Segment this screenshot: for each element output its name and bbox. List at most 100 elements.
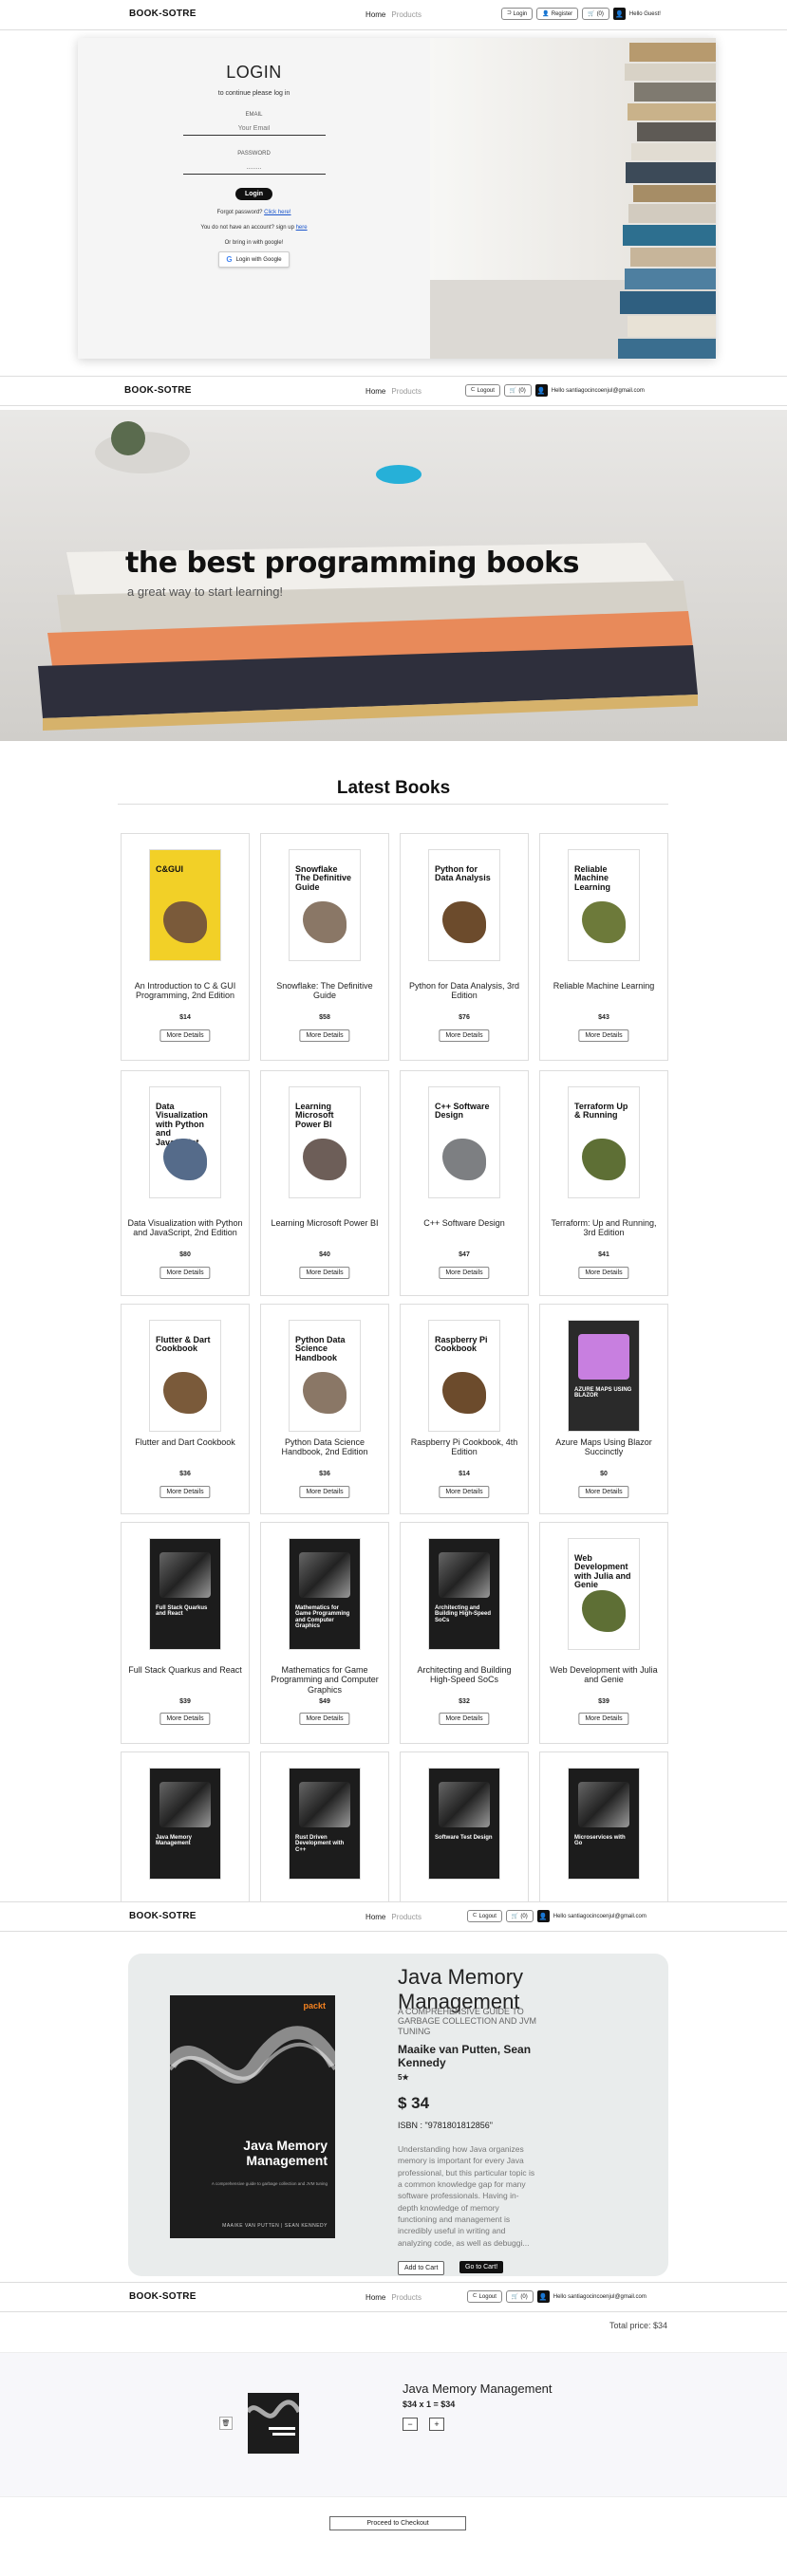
more-details-button[interactable]: More Details — [159, 1486, 211, 1498]
nav-products-link[interactable]: Products — [391, 1913, 422, 1921]
avatar[interactable]: 👤 — [536, 2290, 550, 2303]
google-login-button[interactable]: G Login with Google — [218, 251, 290, 268]
book-title[interactable]: Mathematics for Game Programming and Com… — [267, 1665, 383, 1695]
book-title[interactable]: An Introduction to C & GUI Programming, … — [127, 981, 243, 1001]
forgot-password-link[interactable]: Click here! — [264, 210, 290, 215]
nav-home-link[interactable]: Home — [365, 2293, 385, 2302]
book-cover-art — [578, 1782, 629, 1827]
brand-logo[interactable]: BOOK-SOTRE — [129, 1911, 197, 1921]
book-cover[interactable]: Mathematics for Game Programming and Com… — [289, 1538, 361, 1650]
trash-icon[interactable]: 🗑 — [219, 2417, 233, 2430]
book-title[interactable]: C++ Software Design — [406, 1218, 522, 1228]
book-title[interactable]: Azure Maps Using Blazor Succinctly — [546, 1437, 662, 1457]
book-title[interactable]: Raspberry Pi Cookbook, 4th Edition — [406, 1437, 522, 1457]
book-cover[interactable]: Microservices with Go — [568, 1768, 640, 1880]
more-details-button[interactable]: More Details — [578, 1267, 629, 1279]
book-cover[interactable]: Flutter & Dart Cookbook — [149, 1320, 221, 1432]
book-cover[interactable]: Terraform Up & Running — [568, 1086, 640, 1198]
more-details-button[interactable]: More Details — [439, 1267, 490, 1279]
avatar[interactable]: 👤 — [534, 384, 548, 397]
password-field[interactable]: ........ — [182, 164, 326, 175]
book-cover[interactable]: Reliable Machine Learning — [568, 849, 640, 961]
logout-nav-button[interactable]: ⮈ Logout — [467, 2290, 502, 2303]
book-cover[interactable]: Software Test Design — [428, 1768, 500, 1880]
book-cover[interactable]: AZURE MAPS USING BLAZOR — [568, 1320, 640, 1432]
book-title[interactable]: Reliable Machine Learning — [546, 981, 662, 991]
cart-nav-button[interactable]: 🛒 (0) — [505, 1910, 534, 1922]
book-cover[interactable]: Snowflake The Definitive Guide — [289, 849, 361, 961]
book-cover[interactable]: Web Development with Julia and Genie — [568, 1538, 640, 1650]
nav-products-link[interactable]: Products — [391, 10, 422, 19]
cart-nav-button[interactable]: 🛒 (0) — [505, 2290, 534, 2303]
cart-nav-button[interactable]: 🛒 (0) — [503, 384, 532, 397]
book-cover[interactable]: Python for Data Analysis — [428, 849, 500, 961]
go-to-cart-button[interactable]: Go to Cart! — [459, 2261, 504, 2273]
more-details-button[interactable]: More Details — [299, 1713, 350, 1725]
nav-home-link[interactable]: Home — [365, 387, 385, 396]
book-title[interactable]: Python Data Science Handbook, 2nd Editio… — [267, 1437, 383, 1457]
book-title[interactable]: Web Development with Julia and Genie — [546, 1665, 662, 1685]
add-to-cart-button[interactable]: Add to Cart — [398, 2261, 445, 2275]
more-details-button[interactable]: More Details — [439, 1486, 490, 1498]
book-title[interactable]: Data Visualization with Python and JavaS… — [127, 1218, 243, 1238]
book-cover[interactable]: Full Stack Quarkus and React — [149, 1538, 221, 1650]
book-title[interactable]: Learning Microsoft Power BI — [267, 1218, 383, 1228]
latest-books-heading: Latest Books — [336, 778, 451, 798]
book-cover[interactable]: Raspberry Pi Cookbook — [428, 1320, 500, 1432]
book-cover[interactable]: Architecting and Building High-Speed SoC… — [428, 1538, 500, 1650]
proceed-to-checkout-button[interactable]: Proceed to Checkout — [329, 2516, 466, 2530]
navbar-guest: BOOK-SOTRE Home Products ⮊ Login 👤 Registe… — [0, 0, 787, 30]
login-nav-button[interactable]: ⮊ Login — [501, 8, 534, 20]
book-cover[interactable]: Learning Microsoft Power BI — [289, 1086, 361, 1198]
more-details-button[interactable]: More Details — [578, 1029, 629, 1042]
book-title[interactable]: Architecting and Building High-Speed SoC… — [406, 1665, 522, 1685]
signup-link[interactable]: here — [296, 225, 308, 231]
nav-products-link[interactable]: Products — [391, 387, 422, 396]
book-cover-title: Raspberry Pi Cookbook — [435, 1335, 488, 1354]
book-card: Flutter & Dart Cookbook Flutter and Dart … — [121, 1304, 250, 1514]
decrease-quantity-button[interactable]: − — [403, 2418, 418, 2431]
register-nav-button[interactable]: 👤 Register — [536, 8, 579, 20]
book-isbn: ISBN : "9781801812856" — [398, 2121, 493, 2130]
more-details-button[interactable]: More Details — [439, 1713, 490, 1725]
avatar[interactable]: 👤 — [536, 1910, 550, 1922]
nav-home-link[interactable]: Home — [365, 1913, 385, 1921]
logout-nav-button[interactable]: ⮈ Logout — [465, 384, 500, 397]
more-details-button[interactable]: More Details — [299, 1029, 350, 1042]
increase-quantity-button[interactable]: + — [429, 2418, 444, 2431]
greeting-text: Hello Guest! — [628, 10, 661, 17]
brand-logo[interactable]: BOOK-SOTRE — [129, 9, 197, 19]
more-details-button[interactable]: More Details — [439, 1029, 490, 1042]
book-cover[interactable]: C&GUI — [149, 849, 221, 961]
brand-logo[interactable]: BOOK-SOTRE — [129, 2291, 197, 2302]
more-details-button[interactable]: More Details — [578, 1486, 629, 1498]
more-details-button[interactable]: More Details — [578, 1713, 629, 1725]
logout-nav-button[interactable]: ⮈ Logout — [467, 1910, 502, 1922]
more-details-button[interactable]: More Details — [159, 1029, 211, 1042]
nav-home-link[interactable]: Home — [365, 10, 385, 19]
book-title[interactable]: Flutter and Dart Cookbook — [127, 1437, 243, 1447]
nav-actions: ⮈ Logout 🛒 (0) 👤 Hello santiagocincoenjul@… — [467, 1910, 646, 1922]
email-field[interactable] — [182, 125, 326, 136]
book-cover[interactable]: Python Data Science Handbook — [289, 1320, 361, 1432]
more-details-button[interactable]: More Details — [299, 1267, 350, 1279]
nav-products-link[interactable]: Products — [391, 2293, 422, 2302]
book-cover[interactable]: C++ Software Design — [428, 1086, 500, 1198]
book-title[interactable]: Full Stack Quarkus and React — [127, 1665, 243, 1675]
brand-logo[interactable]: BOOK-SOTRE — [124, 385, 192, 396]
cart-nav-button[interactable]: 🛒 (0) — [582, 8, 609, 20]
book-cover[interactable]: Rust Driven Development with C++ — [289, 1768, 361, 1880]
book-title[interactable]: Snowflake: The Definitive Guide — [267, 981, 383, 1001]
book-title[interactable]: Python for Data Analysis, 3rd Edition — [406, 981, 522, 1001]
avatar[interactable]: 👤 — [612, 8, 626, 20]
nav-links: Home Products — [365, 2293, 422, 2302]
book-cover[interactable]: Data Visualization with Python and JavaS… — [149, 1086, 221, 1198]
book-cover-title: Full Stack Quarkus and React — [156, 1605, 208, 1618]
book-price: $14 — [459, 1471, 470, 1477]
book-cover[interactable]: Java Memory Management — [149, 1768, 221, 1880]
more-details-button[interactable]: More Details — [159, 1267, 211, 1279]
more-details-button[interactable]: More Details — [159, 1713, 211, 1725]
more-details-button[interactable]: More Details — [299, 1486, 350, 1498]
book-title[interactable]: Terraform: Up and Running, 3rd Edition — [546, 1218, 662, 1238]
login-button[interactable]: Login — [234, 188, 273, 200]
